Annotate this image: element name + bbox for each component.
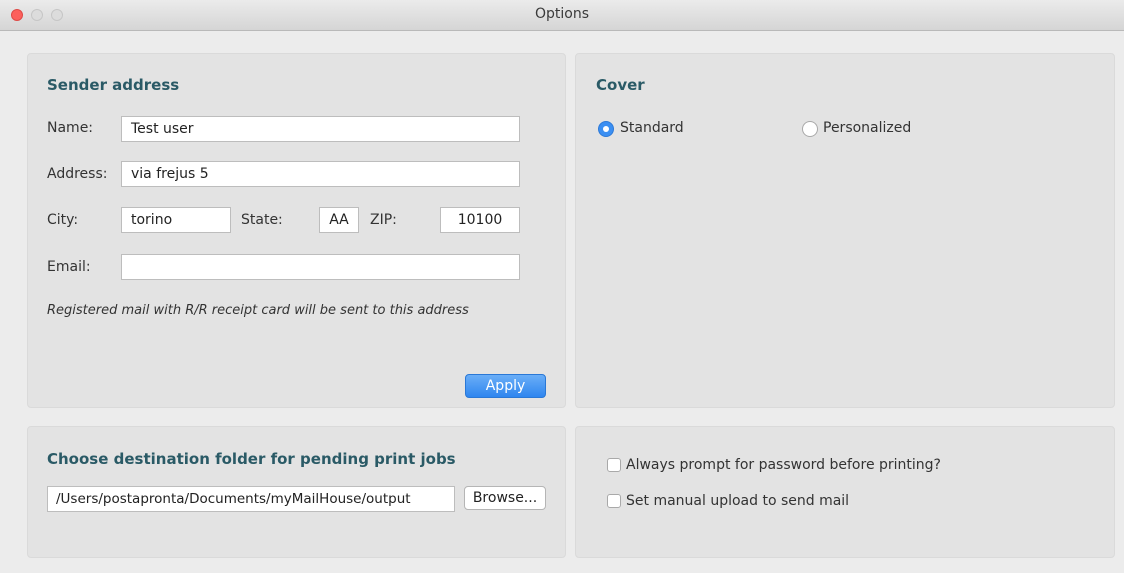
- window-title: Options: [534, 6, 590, 22]
- sender-address-heading: Sender address: [47, 76, 180, 94]
- zip-input[interactable]: 10100: [440, 207, 520, 233]
- cover-panel: [575, 53, 1115, 408]
- password-prompt-label[interactable]: Always prompt for password before printi…: [626, 457, 941, 473]
- name-input[interactable]: Test user: [121, 116, 520, 142]
- address-label: Address:: [47, 166, 108, 182]
- address-note: Registered mail with R/R receipt card wi…: [47, 303, 469, 318]
- password-prompt-checkbox[interactable]: [607, 458, 621, 472]
- manual-upload-checkbox[interactable]: [607, 494, 621, 508]
- city-input[interactable]: torino: [121, 207, 231, 233]
- title-bar: Options: [0, 0, 1124, 31]
- name-label: Name:: [47, 120, 94, 136]
- address-input[interactable]: via frejus 5: [121, 161, 520, 187]
- cover-standard-label[interactable]: Standard: [620, 120, 684, 136]
- cover-heading: Cover: [596, 76, 645, 94]
- manual-upload-label[interactable]: Set manual upload to send mail: [626, 493, 849, 509]
- zip-label: ZIP:: [370, 212, 397, 228]
- destination-path-input[interactable]: /Users/postapronta/Documents/myMailHouse…: [47, 486, 455, 512]
- printing-options-panel: [575, 426, 1115, 558]
- cover-personalized-label[interactable]: Personalized: [823, 120, 911, 136]
- apply-button[interactable]: Apply: [465, 374, 546, 398]
- cover-personalized-radio[interactable]: [802, 121, 818, 137]
- email-label: Email:: [47, 259, 91, 275]
- cover-standard-radio[interactable]: [598, 121, 614, 137]
- email-input[interactable]: [121, 254, 520, 280]
- state-input[interactable]: AA: [319, 207, 359, 233]
- state-label: State:: [241, 212, 283, 228]
- destination-folder-heading: Choose destination folder for pending pr…: [47, 450, 456, 468]
- city-label: City:: [47, 212, 79, 228]
- browse-button[interactable]: Browse...: [464, 486, 546, 510]
